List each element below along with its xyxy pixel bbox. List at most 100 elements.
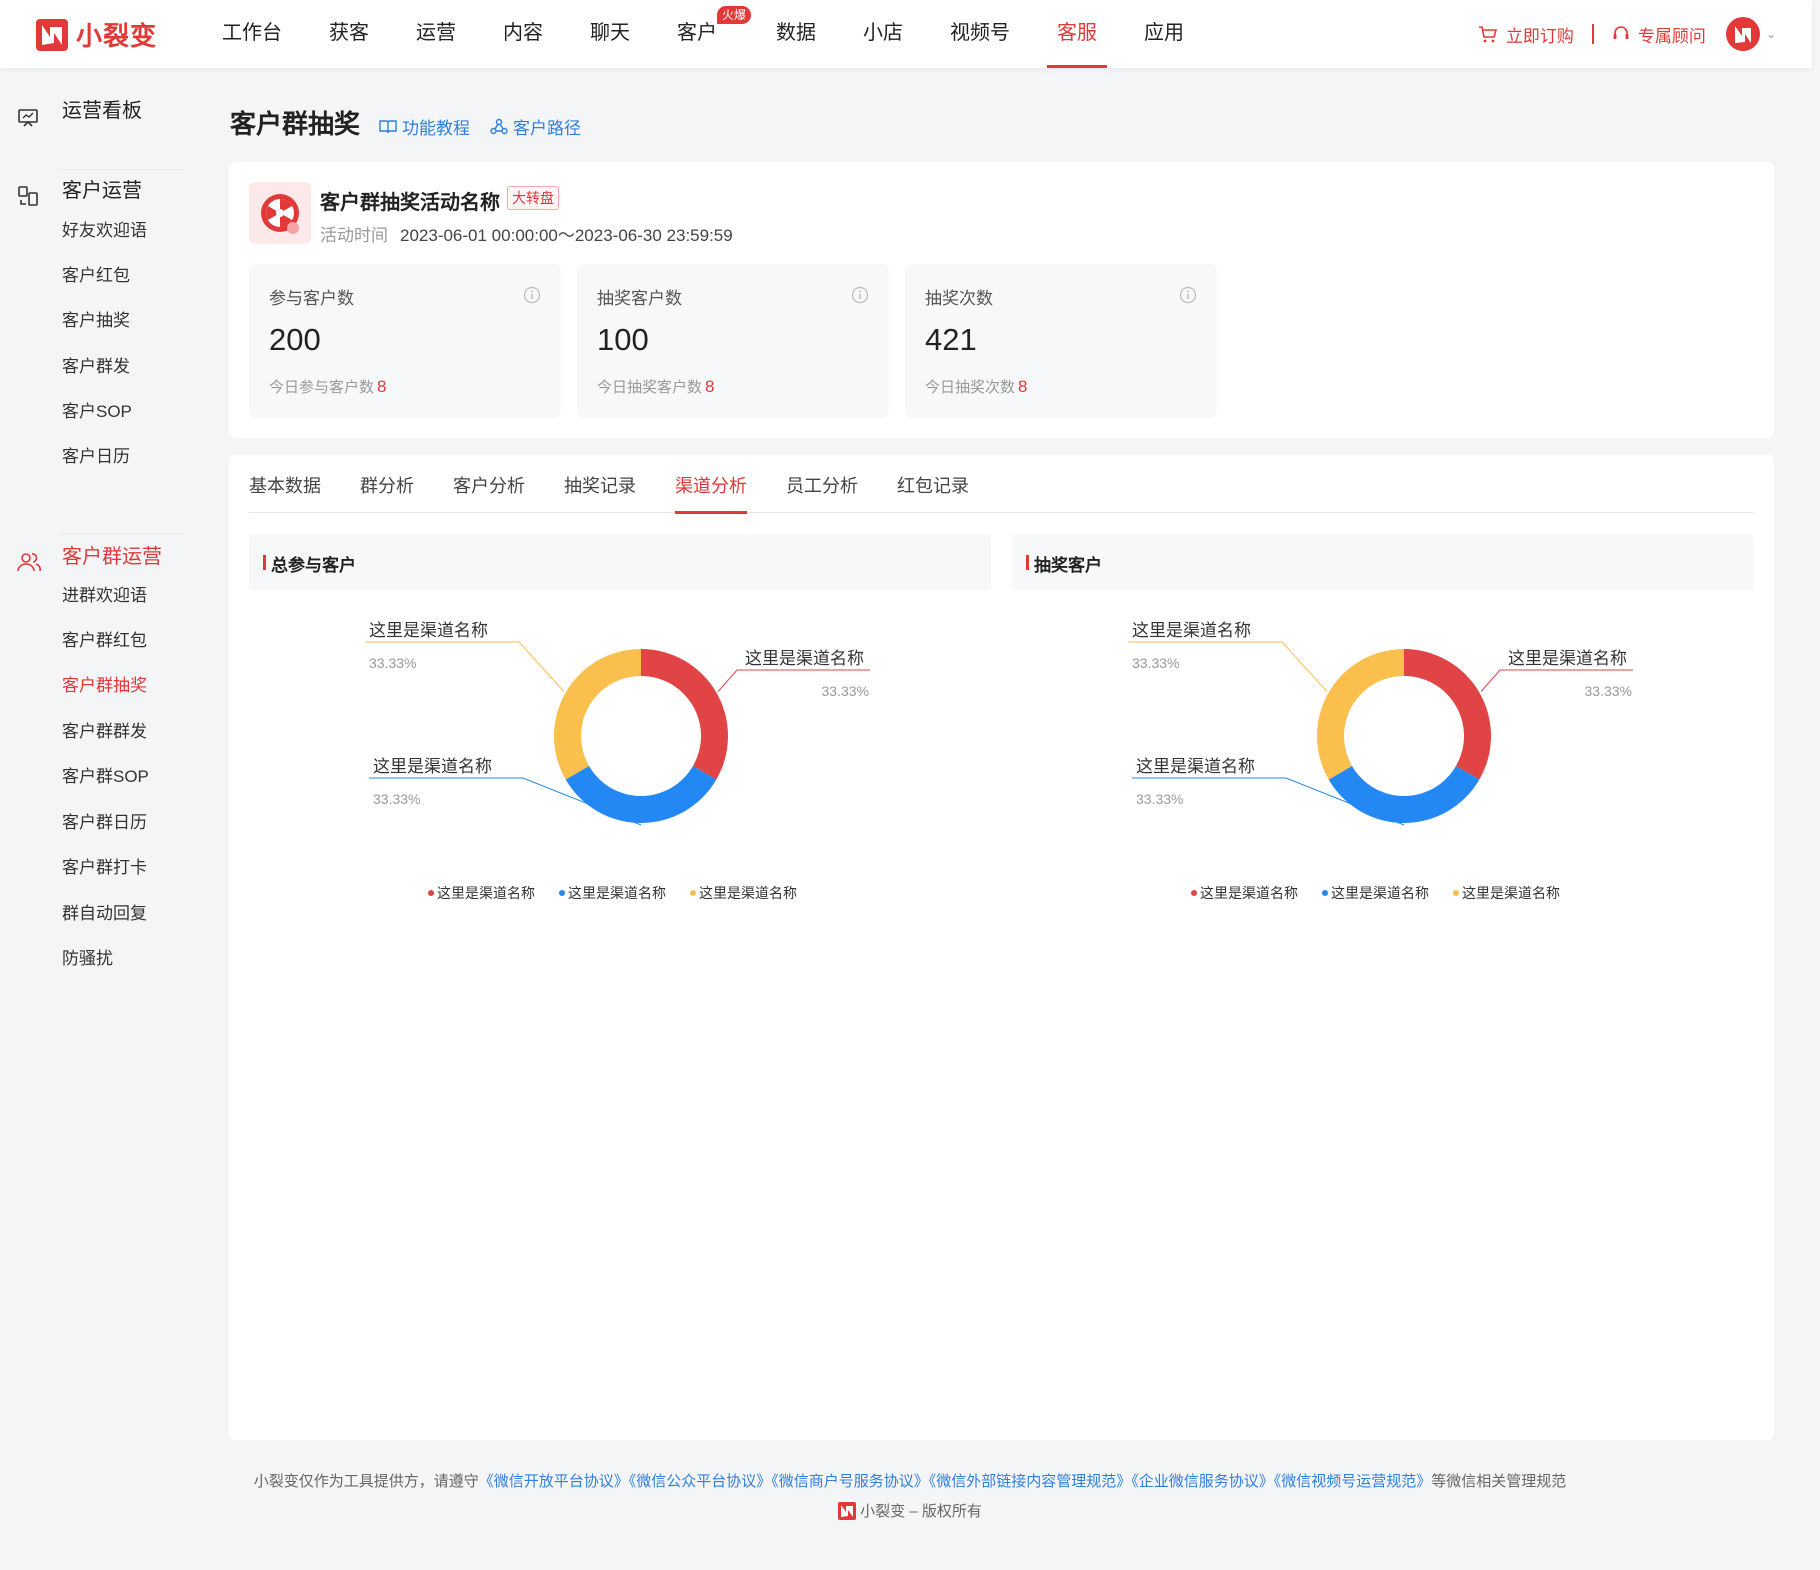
tab-red-packet-records[interactable]: 红包记录 bbox=[897, 472, 969, 513]
footer-suffix: 等微信相关管理规范 bbox=[1431, 1473, 1567, 1490]
buy-now-link[interactable]: 立即订购 bbox=[1478, 22, 1574, 47]
stat-value: 421 bbox=[925, 322, 977, 357]
chevron-down-icon[interactable]: ⌄ bbox=[1766, 27, 1776, 41]
activity-time: 2023-06-01 00:00:00～2023-06-30 23:59:59 bbox=[400, 226, 733, 245]
footer-link[interactable]: 《微信公众平台协议》 bbox=[629, 1473, 772, 1490]
nav-item-acquire[interactable]: 获客 bbox=[329, 0, 369, 68]
legend-dot bbox=[1191, 890, 1197, 896]
footer-link[interactable]: 《微信外部链接内容管理规范》 bbox=[929, 1473, 1132, 1490]
sidebar-item-welcome[interactable]: 好友欢迎语 bbox=[62, 216, 147, 241]
sidebar-item-group-sop[interactable]: 客户群SOP bbox=[62, 762, 149, 787]
accent-bar bbox=[263, 555, 266, 570]
sidebar-item-group-calendar[interactable]: 客户群日历 bbox=[62, 808, 147, 833]
nav-item-operation[interactable]: 运营 bbox=[416, 0, 456, 68]
nav-label: 小店 bbox=[863, 22, 903, 44]
dashboard-icon bbox=[18, 109, 38, 127]
info-icon[interactable] bbox=[523, 286, 541, 304]
sidebar-item-group-lottery[interactable]: 客户群抽奖 bbox=[62, 671, 147, 696]
slice-percent: 33.33% bbox=[1585, 683, 1632, 699]
sidebar-item-broadcast[interactable]: 客户群发 bbox=[62, 352, 130, 377]
sidebar-item-auto-reply[interactable]: 群自动回复 bbox=[62, 899, 147, 924]
legend-dot bbox=[1322, 890, 1328, 896]
nav-label: 聊天 bbox=[590, 22, 630, 44]
nav-label: 获客 bbox=[329, 22, 369, 44]
sidebar-item-group-checkin[interactable]: 客户群打卡 bbox=[62, 853, 147, 878]
footer-link[interactable]: 《微信视频号运营规范》 bbox=[1274, 1473, 1432, 1490]
sidebar-item-red-packet[interactable]: 客户红包 bbox=[62, 261, 130, 286]
info-icon[interactable] bbox=[851, 286, 869, 304]
avatar[interactable] bbox=[1725, 17, 1760, 51]
slice-percent: 33.33% bbox=[1136, 791, 1183, 807]
legend-dot bbox=[428, 890, 434, 896]
tab-channel-analysis[interactable]: 渠道分析 bbox=[675, 472, 747, 514]
donut-chart-lottery-customers: 这里是渠道名称 33.33% 这里是渠道名称 33.33% 这里是渠道名称 33.33% 这… bbox=[1128, 621, 1633, 901]
nav-item-workbench[interactable]: 工作台 bbox=[222, 0, 282, 68]
chart-header-total-participants: 总参与客户 bbox=[249, 534, 991, 590]
sidebar-item-anti-harass[interactable]: 防骚扰 bbox=[62, 944, 113, 969]
tab-basic-data[interactable]: 基本数据 bbox=[249, 472, 321, 513]
tab-staff-analysis[interactable]: 员工分析 bbox=[786, 472, 858, 513]
stat-sub-value: 8 bbox=[1018, 377, 1028, 396]
legend-dot bbox=[690, 890, 696, 896]
slice-label: 这里是渠道名称 bbox=[1132, 621, 1251, 640]
donut-chart-total-participants: 这里是渠道名称 33.33% 这里是渠道名称 33.33% 这里是渠道名称 33.33% 这… bbox=[365, 621, 870, 901]
info-icon[interactable] bbox=[1179, 286, 1197, 304]
logo-icon bbox=[838, 1501, 857, 1520]
nav-item-apps[interactable]: 应用 bbox=[1144, 0, 1184, 68]
legend-label: 这里是渠道名称 bbox=[1462, 885, 1560, 901]
sidebar-item-calendar[interactable]: 客户日历 bbox=[62, 442, 130, 467]
nav-item-customer[interactable]: 客户 火爆 bbox=[677, 0, 751, 68]
sidebar-item-group-red-packet[interactable]: 客户群红包 bbox=[62, 626, 147, 651]
buy-now-label: 立即订购 bbox=[1505, 26, 1574, 46]
legend-dot bbox=[559, 890, 565, 896]
nav-item-content[interactable]: 内容 bbox=[503, 0, 543, 68]
footer-link[interactable]: 《微信商户号服务协议》 bbox=[771, 1473, 929, 1490]
stat-card-lottery-count: 抽奖次数 421 今日抽奖次数 8 bbox=[905, 264, 1217, 418]
chart-title: 抽奖客户 bbox=[1034, 556, 1102, 575]
legend-dot bbox=[1453, 890, 1459, 896]
donut-slice bbox=[565, 766, 717, 823]
divider bbox=[62, 533, 184, 534]
donut-slice bbox=[1328, 766, 1480, 823]
sidebar: 运营看板 客户运营 好友欢迎语 客户红包 客户抽奖 客户群发 客户SOP 客户日… bbox=[0, 68, 200, 1570]
slice-label: 这里是渠道名称 bbox=[369, 621, 488, 640]
tab-lottery-records[interactable]: 抽奖记录 bbox=[564, 472, 636, 513]
footer-agreements: 小裂变仅作为工具提供方，请遵守《微信开放平台协议》《微信公众平台协议》《微信商户… bbox=[0, 1470, 1820, 1491]
slice-label: 这里是渠道名称 bbox=[1508, 649, 1627, 668]
customer-path-link[interactable]: 客户路径 bbox=[490, 114, 581, 139]
nav-label: 工作台 bbox=[222, 22, 282, 44]
sidebar-item-sop[interactable]: 客户SOP bbox=[62, 397, 132, 422]
legend-label: 这里是渠道名称 bbox=[568, 885, 666, 901]
sidebar-item-group-welcome[interactable]: 进群欢迎语 bbox=[62, 581, 147, 606]
footer-link[interactable]: 《企业微信服务协议》 bbox=[1131, 1473, 1274, 1490]
sidebar-item-lottery[interactable]: 客户抽奖 bbox=[62, 306, 130, 331]
stat-label: 参与客户数 bbox=[269, 289, 354, 308]
nav-item-chat[interactable]: 聊天 bbox=[590, 0, 630, 68]
nav-label: 客户 bbox=[677, 22, 717, 44]
stat-card-lottery-customers: 抽奖客户数 100 今日抽奖客户数 8 bbox=[577, 264, 889, 418]
footer-prefix: 小裂变仅作为工具提供方，请遵守 bbox=[253, 1473, 479, 1490]
slice-label: 这里是渠道名称 bbox=[745, 649, 864, 668]
sidebar-item-group-broadcast[interactable]: 客户群群发 bbox=[62, 717, 147, 742]
legend-label: 这里是渠道名称 bbox=[699, 885, 797, 901]
copyright-text: 小裂变 – 版权所有 bbox=[860, 1503, 982, 1520]
consultant-link[interactable]: 专属顾问 bbox=[1612, 22, 1706, 47]
slice-percent: 33.33% bbox=[369, 655, 416, 671]
tutorial-link[interactable]: 功能教程 bbox=[379, 114, 470, 139]
footer-link[interactable]: 《微信开放平台协议》 bbox=[479, 1473, 629, 1490]
consultant-label: 专属顾问 bbox=[1637, 26, 1706, 46]
nav-item-shop[interactable]: 小店 bbox=[863, 0, 903, 68]
nav-item-service[interactable]: 客服 bbox=[1047, 0, 1107, 68]
brand-logo[interactable]: 小裂变 bbox=[36, 16, 157, 53]
nav-item-data[interactable]: 数据 bbox=[776, 0, 816, 68]
sidebar-group-label: 客户运营 bbox=[62, 180, 142, 202]
nav-label: 数据 bbox=[776, 22, 816, 44]
tab-group-analysis[interactable]: 群分析 bbox=[360, 472, 414, 513]
stat-sub-label: 今日抽奖客户数 bbox=[597, 379, 703, 396]
nav-item-channels[interactable]: 视频号 bbox=[950, 0, 1010, 68]
sidebar-group-label: 运营看板 bbox=[62, 100, 142, 122]
activity-name: 客户群抽奖活动名称 bbox=[320, 192, 500, 214]
sidebar-group-label: 客户群运营 bbox=[62, 546, 162, 568]
logo-icon bbox=[36, 18, 68, 51]
tab-customer-analysis[interactable]: 客户分析 bbox=[453, 472, 525, 513]
